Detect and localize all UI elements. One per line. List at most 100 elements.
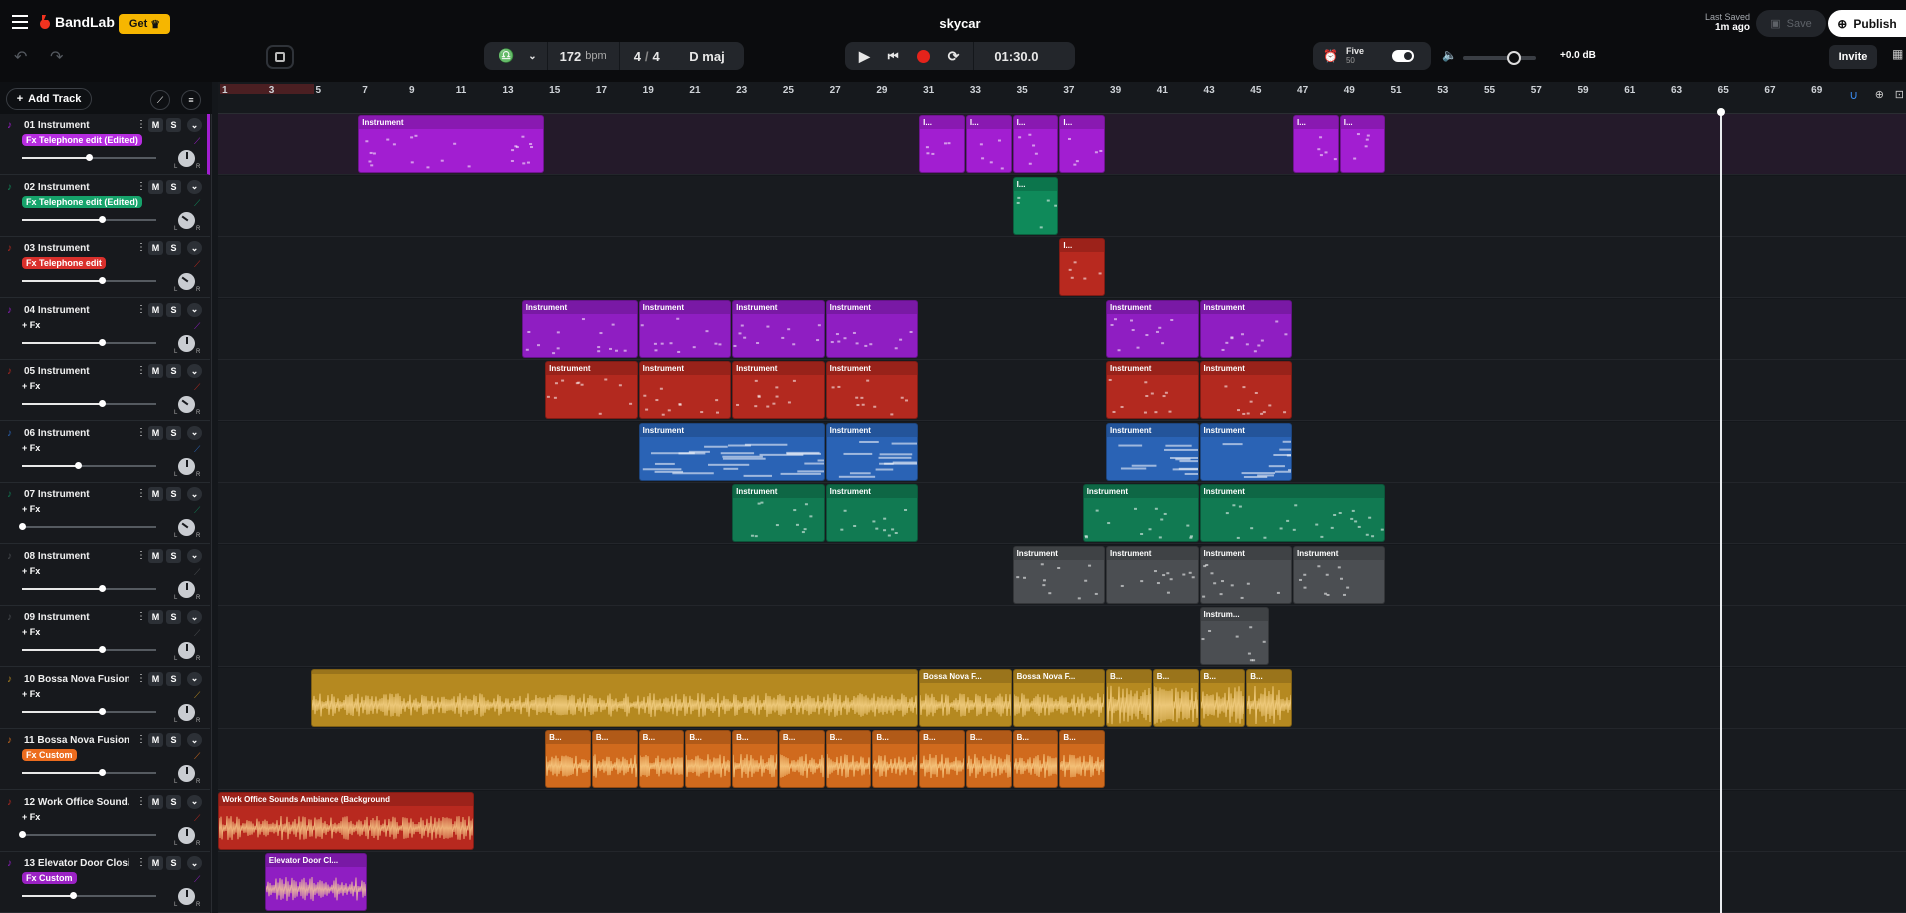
volume-slider[interactable] xyxy=(19,830,156,838)
solo-button[interactable]: S xyxy=(166,118,181,132)
rewind-icon[interactable]: ⏮ xyxy=(888,49,899,64)
volume-knob[interactable] xyxy=(99,707,107,715)
time-sig-den[interactable]: 4 xyxy=(653,49,660,64)
pan-knob[interactable] xyxy=(178,826,195,844)
track-name[interactable]: 01 Instrument xyxy=(24,120,129,131)
automation-icon[interactable]: ⟋ xyxy=(194,690,200,701)
track-name[interactable]: 02 Instrument xyxy=(24,182,129,193)
track-header[interactable]: ♪ 03 Instrument ⋮ M S ⌄ Fx Telephone edi… xyxy=(0,237,210,298)
track-lane[interactable]: Instrum... xyxy=(218,606,1906,667)
mute-button[interactable]: M xyxy=(148,548,163,563)
midi-region[interactable]: I... xyxy=(965,115,1012,173)
fx-button[interactable]: + Fx xyxy=(22,565,44,577)
automation-icon[interactable]: ⟋ xyxy=(194,321,200,332)
audio-clip[interactable]: B... xyxy=(965,730,1012,788)
audio-clip[interactable]: B... xyxy=(1012,730,1059,788)
metronome-icon[interactable]: ⏰ xyxy=(1323,49,1338,63)
midi-region[interactable]: Instrument xyxy=(825,361,919,419)
audio-clip[interactable]: B... xyxy=(872,730,919,788)
chevron-down-icon[interactable]: ⌄ xyxy=(187,425,202,440)
pan-knob[interactable] xyxy=(178,580,195,598)
midi-region[interactable]: Instrument xyxy=(521,299,638,358)
midi-region[interactable]: Instrument xyxy=(825,422,919,481)
midi-region[interactable]: Instrument xyxy=(1012,545,1106,604)
volume-slider[interactable] xyxy=(22,400,156,407)
chevron-down-icon[interactable]: ⌄ xyxy=(187,671,202,686)
track-name[interactable]: 05 Instrument xyxy=(24,366,129,377)
track-name[interactable]: 09 Instrument xyxy=(24,612,129,623)
track-lane[interactable]: Instrument Instrument Instrument Instrument xyxy=(218,544,1906,606)
volume-slider[interactable] xyxy=(19,523,156,530)
audio-clip[interactable]: B... xyxy=(1106,668,1152,727)
zoom-icon[interactable]: ⊕ xyxy=(1875,88,1884,101)
pan-knob[interactable] xyxy=(178,211,195,229)
track-settings-icon[interactable]: ≡ xyxy=(181,90,201,110)
midi-region[interactable]: I... xyxy=(1012,115,1059,173)
play-icon[interactable]: ▶ xyxy=(859,48,870,65)
project-title[interactable]: skycar xyxy=(920,16,1000,31)
master-volume-knob[interactable] xyxy=(1507,51,1521,65)
midi-region[interactable]: Instrument xyxy=(732,484,825,542)
track-lane[interactable]: Bossa Nova F... Bossa Nova F... B... B... B.… xyxy=(218,667,1906,729)
fx-button[interactable]: Fx Custom xyxy=(22,872,77,884)
time-sig-num[interactable]: 4 xyxy=(634,49,641,64)
mute-button[interactable]: M xyxy=(148,241,163,255)
audio-clip[interactable]: B... xyxy=(919,730,965,788)
invite-button[interactable]: Invite xyxy=(1829,45,1877,69)
audio-clip[interactable]: B... xyxy=(545,730,591,788)
track-more-icon[interactable]: ⋮ xyxy=(136,550,146,561)
track-more-icon[interactable]: ⋮ xyxy=(136,304,146,315)
midi-region[interactable]: Instrum... xyxy=(1199,607,1269,665)
solo-button[interactable]: S xyxy=(166,364,181,378)
track-name[interactable]: 08 Instrument xyxy=(24,551,129,562)
midi-region[interactable]: Instrument xyxy=(1293,545,1386,604)
midi-region[interactable]: Instrument xyxy=(1199,545,1292,604)
key-selector[interactable]: D maj xyxy=(670,42,744,70)
solo-button[interactable]: S xyxy=(166,425,181,440)
chevron-down-icon[interactable]: ⌄ xyxy=(187,241,202,255)
volume-slider[interactable] xyxy=(22,769,156,776)
solo-button[interactable]: S xyxy=(166,671,181,686)
track-name[interactable]: 06 Instrument xyxy=(24,428,129,439)
automation-icon[interactable]: ⟋ xyxy=(194,751,200,762)
volume-knob[interactable] xyxy=(99,400,107,407)
pan-knob[interactable] xyxy=(178,396,195,413)
track-more-icon[interactable]: ⋮ xyxy=(136,365,146,376)
midi-region[interactable]: I... xyxy=(1012,176,1059,235)
track-header[interactable]: ♪ 04 Instrument ⋮ M S ⌄ + Fx L R ⟋ xyxy=(0,299,210,360)
pan-knob[interactable] xyxy=(178,334,195,352)
snap-magnet-icon[interactable]: ∪ xyxy=(1849,88,1858,102)
automation-icon[interactable]: ⟋ xyxy=(194,628,200,639)
chevron-down-icon[interactable]: ⌄ xyxy=(187,179,202,194)
solo-button[interactable]: S xyxy=(166,548,181,563)
midi-region[interactable]: I... xyxy=(1293,115,1339,173)
mute-button[interactable]: M xyxy=(148,487,163,501)
track-lane[interactable]: Instrument Instrument Instrument Instrument… xyxy=(218,298,1906,360)
solo-button[interactable]: S xyxy=(166,487,181,501)
track-more-icon[interactable]: ⋮ xyxy=(136,181,146,192)
track-name[interactable]: 03 Instrument xyxy=(24,243,129,254)
track-lane[interactable]: I... xyxy=(218,175,1906,237)
mute-button[interactable]: M xyxy=(148,733,163,747)
add-track-button[interactable]: + Add Track xyxy=(6,88,92,110)
track-more-icon[interactable]: ⋮ xyxy=(136,119,146,130)
solo-button[interactable]: S xyxy=(166,610,181,624)
chevron-down-icon[interactable]: ⌄ xyxy=(187,487,202,501)
midi-region[interactable]: Instrument xyxy=(1199,422,1292,481)
solo-button[interactable]: S xyxy=(166,856,181,870)
track-more-icon[interactable]: ⋮ xyxy=(136,488,146,499)
mute-button[interactable]: M xyxy=(148,302,163,317)
fx-button[interactable]: Fx Telephone edit (Edited) xyxy=(22,134,142,146)
track-header[interactable]: ♪ 10 Bossa Nova Fusion... ⋮ M S ⌄ + Fx L… xyxy=(0,668,210,729)
record-icon[interactable] xyxy=(916,49,930,63)
publish-button[interactable]: ⊕ Publish xyxy=(1828,10,1906,37)
track-more-icon[interactable]: ⋮ xyxy=(136,734,146,745)
undo-button[interactable]: ↶ xyxy=(14,47,27,67)
chevron-down-icon[interactable]: ⌄ xyxy=(528,51,536,62)
track-more-icon[interactable]: ⋮ xyxy=(136,857,146,868)
midi-region[interactable]: Instrument xyxy=(638,299,732,358)
pan-knob[interactable] xyxy=(178,703,195,721)
menu-icon[interactable] xyxy=(12,14,30,30)
midi-region[interactable]: Instrument xyxy=(1199,361,1292,419)
automation-icon[interactable]: ⟋ xyxy=(194,505,200,516)
